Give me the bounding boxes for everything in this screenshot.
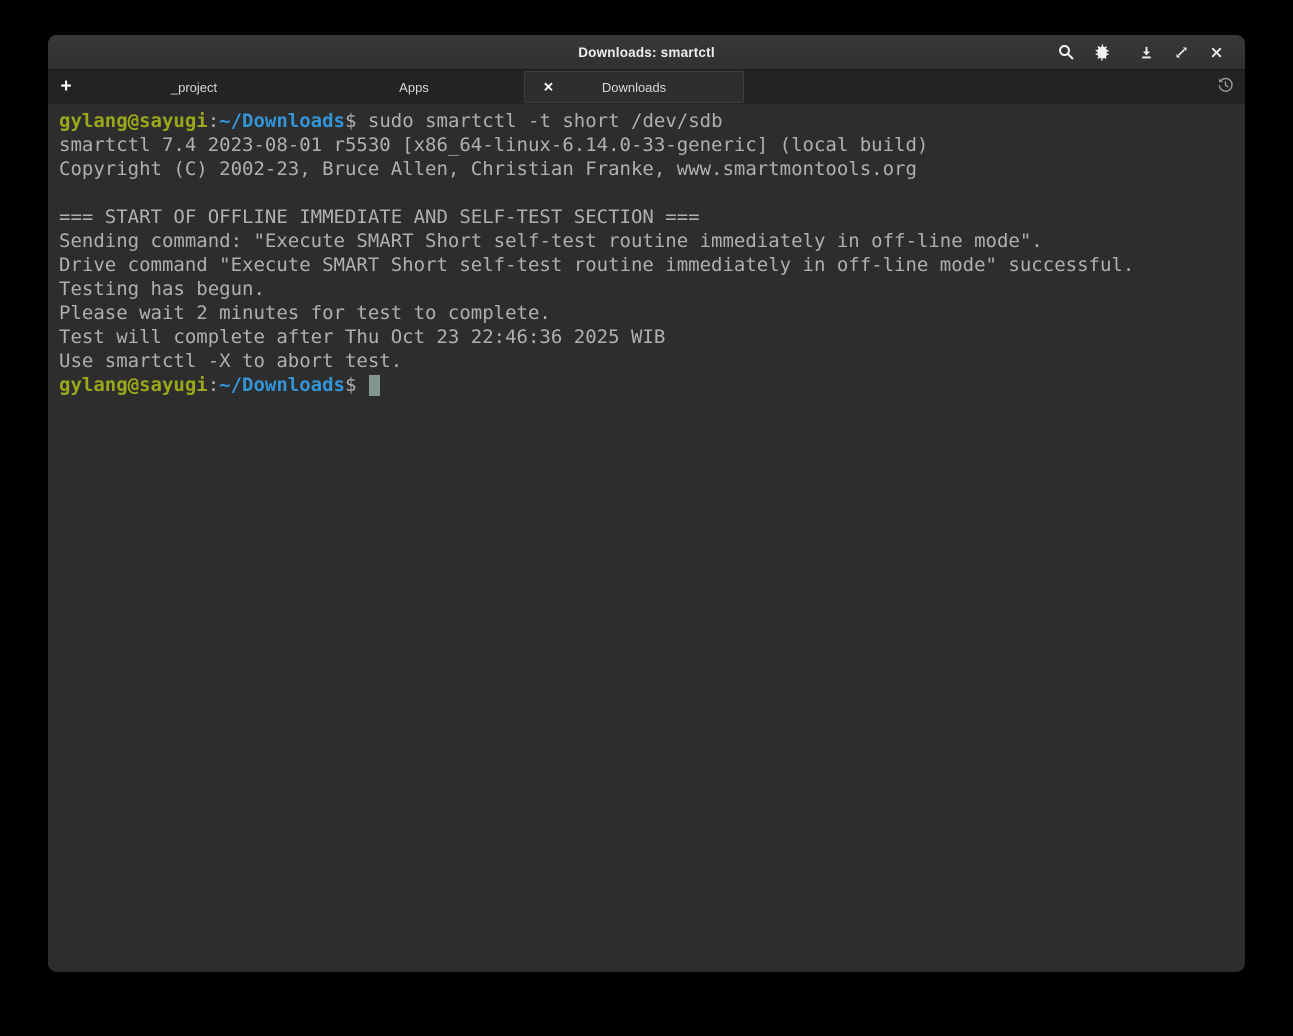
terminal-line: Copyright (C) 2002-23, Bruce Allen, Chri… — [59, 157, 1235, 181]
tab-apps[interactable]: Apps — [304, 70, 524, 104]
terminal-line — [59, 181, 1235, 205]
history-icon — [1216, 75, 1235, 99]
terminal-output[interactable]: gylang@sayugi:~/Downloads$ sudo smartctl… — [48, 104, 1245, 972]
download-icon — [1138, 44, 1155, 61]
terminal-text: : — [208, 374, 219, 396]
terminal-text: $ — [345, 374, 368, 396]
tab-label: Apps — [399, 80, 429, 95]
terminal-line: Testing has begun. — [59, 277, 1235, 301]
tab-label: _project — [171, 80, 217, 95]
new-tab-button[interactable]: + — [48, 70, 84, 104]
terminal-line: gylang@sayugi:~/Downloads$ sudo smartctl… — [59, 109, 1235, 133]
search-icon — [1057, 43, 1075, 61]
terminal-line: Please wait 2 minutes for test to comple… — [59, 301, 1235, 325]
terminal-window: Downloads: smartctl — [48, 35, 1245, 972]
terminal-line: Test will complete after Thu Oct 23 22:4… — [59, 325, 1235, 349]
terminal-text: $ — [345, 110, 368, 132]
titlebar[interactable]: Downloads: smartctl — [48, 35, 1245, 70]
close-tab-icon[interactable]: ✕ — [543, 81, 554, 94]
history-button[interactable] — [1205, 70, 1245, 104]
terminal-line: Sending command: "Execute SMART Short se… — [59, 229, 1235, 253]
terminal-text: === START OF OFFLINE IMMEDIATE AND SELF-… — [59, 206, 700, 228]
tab-downloads[interactable]: ✕ Downloads — [524, 71, 744, 103]
fullscreen-icon — [1173, 44, 1190, 61]
terminal-text: Sending command: "Execute SMART Short se… — [59, 230, 1043, 252]
download-button[interactable] — [1133, 39, 1159, 65]
close-icon — [1209, 45, 1224, 60]
tab-label: Downloads — [602, 80, 666, 95]
tab--project[interactable]: _project — [84, 70, 304, 104]
tab-bar: + _project Apps ✕ Downloads — [48, 70, 1245, 104]
terminal-line: === START OF OFFLINE IMMEDIATE AND SELF-… — [59, 205, 1235, 229]
terminal-text: ~/Downloads — [219, 110, 345, 132]
terminal-text: ~/Downloads — [219, 374, 345, 396]
close-window-button[interactable] — [1203, 39, 1229, 65]
terminal-text: Copyright (C) 2002-23, Bruce Allen, Chri… — [59, 158, 917, 180]
terminal-cursor — [369, 375, 380, 396]
terminal-line: Use smartctl -X to abort test. — [59, 349, 1235, 373]
terminal-text: Please wait 2 minutes for test to comple… — [59, 302, 551, 324]
fullscreen-button[interactable] — [1168, 39, 1194, 65]
terminal-text: Testing has begun. — [59, 278, 265, 300]
terminal-text: gylang@sayugi — [59, 374, 208, 396]
terminal-line: Drive command "Execute SMART Short self-… — [59, 253, 1235, 277]
terminal-line: smartctl 7.4 2023-08-01 r5530 [x86_64-li… — [59, 133, 1235, 157]
terminal-text: Use smartctl -X to abort test. — [59, 350, 402, 372]
settings-gear-icon — [1092, 43, 1111, 62]
terminal-text: Drive command "Execute SMART Short self-… — [59, 254, 1134, 276]
terminal-text: gylang@sayugi — [59, 110, 208, 132]
terminal-line: gylang@sayugi:~/Downloads$ — [59, 373, 1235, 397]
settings-button[interactable] — [1088, 39, 1114, 65]
terminal-text: sudo smartctl -t short /dev/sdb — [368, 110, 723, 132]
terminal-text: smartctl 7.4 2023-08-01 r5530 [x86_64-li… — [59, 134, 928, 156]
tab-strip: _project Apps ✕ Downloads — [84, 70, 744, 104]
titlebar-icons — [1053, 39, 1245, 65]
terminal-text: : — [208, 110, 219, 132]
search-button[interactable] — [1053, 39, 1079, 65]
terminal-text: Test will complete after Thu Oct 23 22:4… — [59, 326, 665, 348]
